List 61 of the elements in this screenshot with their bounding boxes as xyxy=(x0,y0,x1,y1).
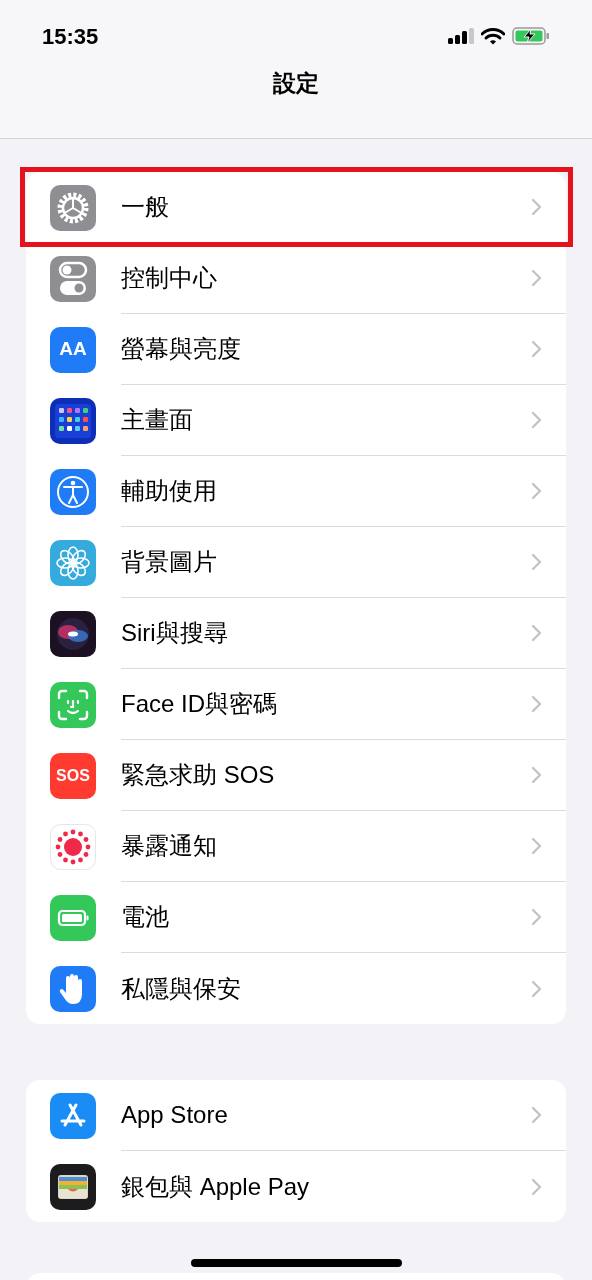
app-grid-icon xyxy=(50,397,96,444)
row-label: 主畫面 xyxy=(121,405,194,435)
settings-row[interactable]: 背景圖片 xyxy=(26,527,566,598)
battery-icon xyxy=(50,894,96,941)
accessibility-icon xyxy=(50,468,96,515)
app-store-icon xyxy=(50,1092,96,1139)
chevron-icon xyxy=(531,624,542,642)
wifi-icon xyxy=(481,27,505,45)
toggles-icon xyxy=(50,255,96,302)
settings-row[interactable]: 一般 xyxy=(26,172,566,243)
row-label: App Store xyxy=(121,1100,229,1130)
chevron-icon xyxy=(531,1177,542,1196)
siri-orb-icon xyxy=(50,610,96,657)
wallet-icon xyxy=(50,1163,96,1210)
row-label: 私隱與保安 xyxy=(121,973,242,1004)
settings-row[interactable]: 電池 xyxy=(26,882,566,953)
row-label: Siri與搜尋 xyxy=(121,618,229,648)
chevron-icon xyxy=(531,553,542,571)
settings-row[interactable]: 控制中心 xyxy=(26,243,566,314)
row-label: 暴露通知 xyxy=(121,831,218,861)
row-label: 控制中心 xyxy=(121,263,218,293)
settings-row[interactable]: App Store xyxy=(26,1080,566,1151)
row-label: 一般 xyxy=(121,192,170,222)
row-label: 輔助使用 xyxy=(121,476,218,506)
row-label: 螢幕與亮度 xyxy=(121,334,242,364)
settings-row[interactable]: 暴露通知 xyxy=(26,811,566,882)
row-label: 電池 xyxy=(121,902,170,932)
chevron-icon xyxy=(531,482,542,500)
signal-icon xyxy=(448,28,474,44)
settings-row[interactable]: 銀包與 Apple Pay xyxy=(26,1151,566,1222)
settings-row[interactable]: 輔助使用 xyxy=(26,456,566,527)
text-size-icon: AA xyxy=(50,326,96,373)
settings-row[interactable]: SOS 緊急求助 SOS xyxy=(26,740,566,811)
chevron-icon xyxy=(531,766,542,784)
settings-row[interactable]: Face ID與密碼 xyxy=(26,669,566,740)
gear-icon xyxy=(50,184,96,231)
hand-icon xyxy=(50,965,96,1012)
chevron-icon xyxy=(531,908,542,926)
battery-charging-icon xyxy=(512,27,550,45)
flower-icon xyxy=(50,539,96,586)
row-label: 銀包與 Apple Pay xyxy=(121,1171,311,1202)
chevron-icon xyxy=(531,1106,542,1124)
settings-row[interactable]: AA 螢幕與亮度 xyxy=(26,314,566,385)
settings-row[interactable]: Siri與搜尋 xyxy=(26,598,566,669)
status-time: 15:35 xyxy=(42,22,99,51)
chevron-icon xyxy=(531,198,542,216)
settings-row[interactable]: 主畫面 xyxy=(26,385,566,456)
row-label: 背景圖片 xyxy=(121,547,218,577)
chevron-icon xyxy=(531,411,542,429)
sos-icon: SOS xyxy=(50,752,96,799)
chevron-icon xyxy=(531,269,542,287)
settings-row[interactable]: 私隱與保安 xyxy=(26,953,566,1024)
page-title: 設定 xyxy=(273,69,319,98)
chevron-icon xyxy=(531,340,542,358)
row-label: Face ID與密碼 xyxy=(121,689,279,719)
row-label: 緊急求助 SOS xyxy=(121,760,276,790)
chevron-icon xyxy=(531,695,542,713)
chevron-icon xyxy=(531,979,542,998)
exposure-dots-icon xyxy=(50,823,96,870)
face-scan-icon xyxy=(50,681,96,728)
chevron-icon xyxy=(531,837,542,855)
